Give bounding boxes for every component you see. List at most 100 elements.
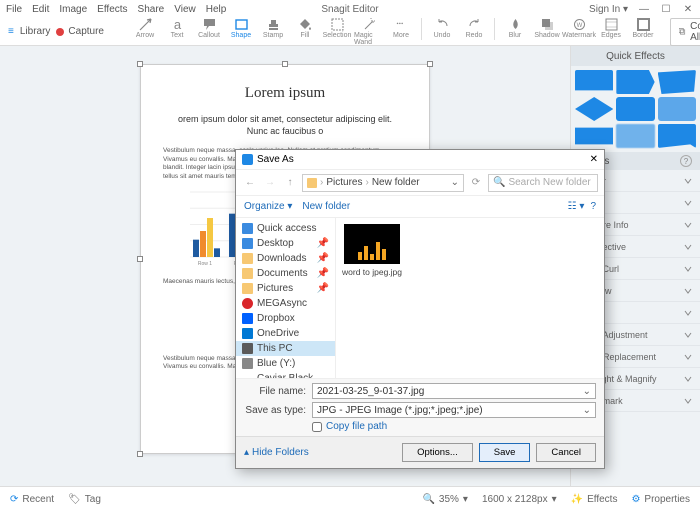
tree-item[interactable]: Downloads📌: [236, 251, 335, 266]
dialog-close-icon[interactable]: ✕: [590, 154, 598, 165]
tree-item[interactable]: Documents📌: [236, 266, 335, 281]
tree-item[interactable]: Desktop📌: [236, 236, 335, 251]
view-mode-icon[interactable]: ☷ ▾: [568, 201, 585, 212]
file-item[interactable]: word to jpeg.jpg: [342, 224, 402, 277]
dialog-title: Save As: [257, 154, 294, 165]
help-icon[interactable]: ?: [590, 201, 596, 212]
organize-button[interactable]: Organize ▾: [244, 201, 292, 212]
cancel-button[interactable]: Cancel: [536, 443, 596, 462]
tool-border[interactable]: Border: [628, 18, 658, 46]
resize-handle[interactable]: [137, 256, 143, 262]
tool-stamp[interactable]: Stamp: [258, 18, 288, 46]
tool-undo[interactable]: Undo: [427, 18, 457, 46]
svg-text:Row 1: Row 1: [198, 261, 212, 267]
maximize-icon[interactable]: ☐: [660, 3, 672, 15]
minimize-icon[interactable]: —: [638, 3, 650, 15]
path-bar[interactable]: › Pictures › New folder ⌄: [302, 174, 464, 192]
quick-effects-header: Quick Effects: [571, 46, 700, 66]
quick-effect-thumb[interactable]: [575, 124, 613, 148]
menu-share[interactable]: Share: [138, 4, 165, 15]
nav-back-icon[interactable]: ←: [242, 175, 258, 191]
menu-file[interactable]: File: [6, 4, 22, 15]
save-button[interactable]: Save: [479, 443, 531, 462]
tool-magic[interactable]: Magic Wand: [354, 18, 384, 46]
resize-handle[interactable]: [427, 61, 433, 67]
tool-watermark[interactable]: WWatermark: [564, 18, 594, 46]
hide-folders-button[interactable]: ▴ Hide Folders: [244, 447, 309, 458]
file-thumbnail: [344, 224, 400, 264]
window-controls: Sign In ▾ — ☐ ✕: [589, 0, 694, 18]
tree-item[interactable]: Pictures📌: [236, 281, 335, 296]
tree-item[interactable]: Caviar Black (Z:): [236, 371, 335, 378]
dimensions-display[interactable]: 1600 x 2128px▾: [482, 494, 557, 505]
tool-blur[interactable]: Blur: [500, 18, 530, 46]
tool-more[interactable]: More: [386, 18, 416, 46]
save-as-dialog: Save As ✕ ← → ↑ › Pictures › New folder …: [235, 149, 605, 469]
options-button[interactable]: Options...: [402, 443, 473, 462]
effects-toggle[interactable]: ✨Effects: [571, 494, 618, 505]
quick-effect-thumb[interactable]: [575, 97, 613, 121]
quick-effect-thumb[interactable]: [658, 70, 696, 94]
nav-forward-icon[interactable]: →: [262, 175, 278, 191]
tag-button[interactable]: 🏷Tag: [68, 494, 101, 505]
copy-file-path-checkbox[interactable]: [312, 422, 322, 432]
filename-label: File name:: [244, 386, 306, 397]
tool-shape[interactable]: Shape: [226, 18, 256, 46]
tool-callout[interactable]: Callout: [194, 18, 224, 46]
status-bar: ⟳Recent 🏷Tag 🔍35%▾ 1600 x 2128px▾ ✨Effec…: [0, 486, 700, 511]
quick-effect-thumb[interactable]: [575, 70, 613, 94]
recent-button[interactable]: ⟳Recent: [10, 494, 54, 505]
search-input[interactable]: 🔍 Search New folder: [488, 174, 598, 192]
tree-item[interactable]: This PC: [236, 341, 335, 356]
resize-handle[interactable]: [137, 451, 143, 457]
tool-redo[interactable]: Redo: [459, 18, 489, 46]
filename-input[interactable]: 2021-03-25_9-01-37.jpg⌄: [312, 383, 596, 399]
folder-tree[interactable]: Quick accessDesktop📌Downloads📌Documents📌…: [236, 218, 336, 378]
quick-effect-thumb[interactable]: [616, 70, 654, 94]
tree-item[interactable]: Dropbox: [236, 311, 335, 326]
menu-edit[interactable]: Edit: [32, 4, 49, 15]
resize-handle[interactable]: [282, 61, 288, 67]
quick-effect-thumb[interactable]: [616, 97, 654, 121]
nav-up-icon[interactable]: ↑: [282, 175, 298, 191]
resize-handle[interactable]: [137, 61, 143, 67]
svg-text:a: a: [173, 18, 181, 31]
tool-arrow[interactable]: Arrow: [130, 18, 160, 46]
quick-effect-thumb[interactable]: [658, 97, 696, 121]
file-list[interactable]: word to jpeg.jpg: [336, 218, 604, 378]
tool-text[interactable]: aText: [162, 18, 192, 46]
close-icon[interactable]: ✕: [682, 3, 694, 15]
svg-text:W: W: [576, 23, 582, 29]
menu-help[interactable]: Help: [206, 4, 227, 15]
copy-all-button[interactable]: Copy All: [670, 18, 700, 46]
menu-effects[interactable]: Effects: [97, 4, 127, 15]
quick-effect-thumb[interactable]: [658, 124, 696, 148]
savetype-select[interactable]: JPG - JPEG Image (*.jpg;*.jpeg;*.jpe)⌄: [312, 402, 596, 418]
sign-in-link[interactable]: Sign In ▾: [589, 4, 628, 15]
file-name-label: word to jpeg.jpg: [342, 267, 402, 277]
new-folder-button[interactable]: New folder: [302, 201, 350, 212]
tool-shadow[interactable]: Shadow: [532, 18, 562, 46]
hamburger-icon[interactable]: ≡: [8, 26, 14, 37]
capture-button[interactable]: Capture: [56, 26, 104, 37]
dialog-titlebar[interactable]: Save As ✕: [236, 150, 604, 170]
quick-effect-thumb[interactable]: [616, 124, 654, 148]
menu-view[interactable]: View: [174, 4, 196, 15]
tree-item[interactable]: MEGAsync: [236, 296, 335, 311]
tree-item[interactable]: Quick access: [236, 221, 335, 236]
tree-item[interactable]: OneDrive: [236, 326, 335, 341]
tool-selection[interactable]: Selection: [322, 18, 352, 46]
folder-icon: [307, 178, 317, 188]
savetype-label: Save as type:: [244, 405, 306, 416]
tree-item[interactable]: Blue (Y:): [236, 356, 335, 371]
library-button[interactable]: Library: [20, 26, 51, 37]
help-icon[interactable]: ?: [680, 155, 692, 167]
doc-heading: Lorem ipsum: [163, 85, 407, 102]
tool-edges[interactable]: Edges: [596, 18, 626, 46]
properties-toggle[interactable]: ⚙Properties: [631, 494, 690, 505]
refresh-icon[interactable]: ⟳: [468, 175, 484, 191]
doc-subheading: orem ipsum dolor sit amet, consectetur a…: [163, 114, 407, 137]
tool-fill[interactable]: Fill: [290, 18, 320, 46]
zoom-control[interactable]: 🔍35%▾: [422, 494, 468, 505]
menu-image[interactable]: Image: [59, 4, 87, 15]
